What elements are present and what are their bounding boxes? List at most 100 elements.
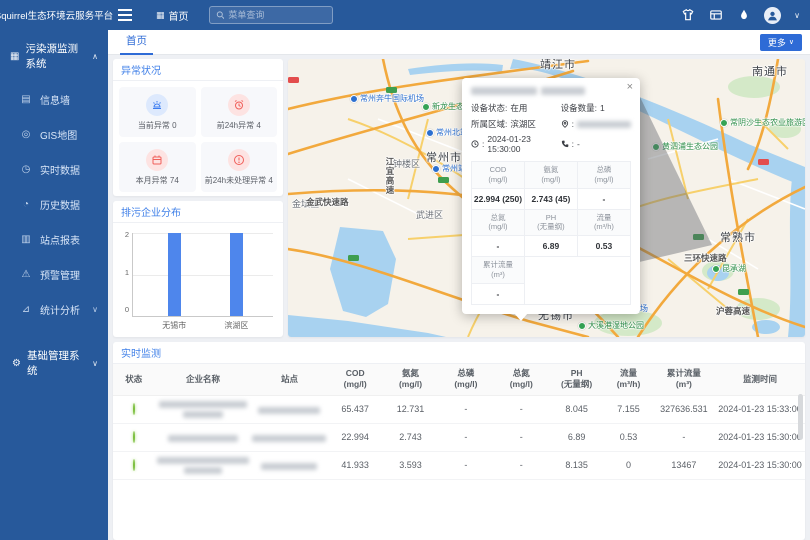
popup-time: 2024-01-23 15:30:00 bbox=[487, 134, 560, 154]
table-row[interactable]: 41.933 3.593 - - 8.135 0 13467 2024-01-2… bbox=[113, 451, 805, 479]
popup-title-blurred bbox=[471, 87, 631, 95]
table-row[interactable]: 65.437 12.731 - - 8.045 7.155 327636.531… bbox=[113, 395, 805, 423]
gear-icon: ⚙ bbox=[12, 358, 21, 369]
sidebar-item-history-data[interactable]: ◔ 历史数据 bbox=[0, 187, 108, 222]
y-axis: 2 1 0 bbox=[119, 233, 132, 317]
tp-value: - bbox=[438, 451, 493, 479]
tab-home[interactable]: 首页 bbox=[120, 29, 153, 55]
station-name-blurred bbox=[258, 407, 320, 414]
map-label-road: 沪蓉高速 bbox=[716, 305, 750, 317]
device-status-label: 设备状态: bbox=[471, 102, 507, 114]
map-poi-park: 黄泗浦生态公园 bbox=[652, 141, 718, 152]
y-tick: 0 bbox=[119, 305, 129, 314]
sidebar-item-label: GIS地图 bbox=[40, 127, 77, 142]
bar-binhu bbox=[230, 233, 243, 316]
stat-card-24h-abnormal[interactable]: 前24h异常 4 bbox=[201, 87, 278, 137]
phone-icon bbox=[561, 140, 569, 148]
map-label-city: 常熟市 bbox=[720, 229, 756, 245]
park-pin-icon bbox=[720, 119, 728, 127]
stats-icon: ⊿ bbox=[20, 304, 32, 315]
map-poi-lake: 昆承湖 bbox=[712, 263, 746, 274]
device-status-value: 在用 bbox=[510, 102, 527, 114]
sidebar-item-statistics[interactable]: ⊿ 统计分析 ∨ bbox=[0, 292, 108, 327]
x-tick: 无锡市 bbox=[162, 320, 186, 331]
station-pin-icon bbox=[426, 129, 434, 137]
company-name-blurred bbox=[155, 401, 252, 418]
stat-card-24h-unhandled[interactable]: 前24h未处理异常 4 bbox=[201, 142, 278, 192]
location-pin-icon bbox=[561, 120, 569, 128]
monitor-time: 2024-01-23 15:30:00 bbox=[715, 423, 805, 451]
monitor-time: 2024-01-23 15:33:00 bbox=[715, 395, 805, 423]
map-label-road: 江宜高速 bbox=[384, 157, 396, 195]
sidebar-item-gis-map[interactable]: ◎ GIS地图 bbox=[0, 117, 108, 152]
sidebar-item-realtime-data[interactable]: ◷ 实时数据 bbox=[0, 152, 108, 187]
chevron-down-icon[interactable]: ∨ bbox=[794, 11, 800, 20]
stat-card-month-abnormal[interactable]: 本月异常 74 bbox=[119, 142, 196, 192]
fullscreen-icon[interactable] bbox=[708, 8, 723, 23]
popup-flow-value: 0.53 bbox=[577, 236, 630, 257]
breadcrumb[interactable]: ▦ 首页 bbox=[156, 8, 189, 23]
monitor-table: 状态 企业名称 站点 COD(mg/l) 氨氮(mg/l) 总磷(mg/l) 总… bbox=[113, 364, 805, 480]
stat-card-current-abnormal[interactable]: 当前异常 0 bbox=[119, 87, 196, 137]
stat-label: 当前异常 bbox=[138, 121, 170, 130]
gridline bbox=[133, 233, 273, 234]
sidebar-group-pollution-monitor[interactable]: ▦ 污染源监测系统 ∧ bbox=[0, 30, 108, 82]
table-row[interactable]: 22.994 2.743 - - 6.89 0.53 - 2024-01-23 … bbox=[113, 423, 805, 451]
menu-search-box bbox=[209, 6, 333, 24]
close-icon[interactable]: × bbox=[627, 82, 633, 93]
stat-label: 前24h未处理异常 bbox=[205, 176, 266, 185]
realtime-monitor-panel: 实时监测 状态 企业名称 站点 COD(mg/l) 氨氮(mg/l) 总磷(mg… bbox=[113, 342, 805, 540]
enterprise-distribution-panel: 排污企业分布 2 1 0 无锡市 滨湖区 bbox=[113, 201, 283, 337]
device-count-label: 设备数量: bbox=[561, 102, 597, 114]
app-logo: Squirrel生态环境云服务平台 bbox=[0, 0, 108, 30]
sidebar-item-info-wall[interactable]: ▤ 信息墙 bbox=[0, 82, 108, 117]
status-online-dot bbox=[133, 431, 135, 443]
more-button-label: 更多 bbox=[768, 36, 786, 49]
hamburger-menu-icon[interactable] bbox=[118, 9, 132, 21]
bar-chart[interactable]: 2 1 0 bbox=[119, 233, 273, 317]
tn-value: - bbox=[494, 451, 549, 479]
table-scrollbar[interactable] bbox=[798, 394, 803, 440]
panel-title: 排污企业分布 bbox=[113, 201, 283, 223]
map[interactable]: 靖江市 南通市 常州市 无锡市 常熟市 钟楼区 金坛区 武进区 滨湖区 金武快速… bbox=[288, 59, 805, 337]
nh3n-value: 12.731 bbox=[383, 395, 438, 423]
park-pin-icon bbox=[652, 143, 660, 151]
tab-bar: 首页 更多 ∨ bbox=[108, 30, 810, 55]
avatar[interactable] bbox=[764, 7, 781, 24]
map-label-road: 金武快速路 bbox=[306, 196, 349, 208]
sidebar-item-label: 统计分析 bbox=[40, 302, 80, 317]
chevron-down-icon: ∨ bbox=[92, 305, 98, 314]
address-row: : bbox=[561, 119, 631, 129]
sidebar-item-alert-manage[interactable]: ⚠ 预警管理 bbox=[0, 257, 108, 292]
sidebar: Squirrel生态环境云服务平台 ▦ 污染源监测系统 ∧ ▤ 信息墙 ◎ GI… bbox=[0, 0, 108, 540]
popup-metrics-table: COD(mg/l) 氨氮(mg/l) 总磷(mg/l) 22.994 (250)… bbox=[471, 161, 631, 305]
gridline bbox=[133, 275, 273, 276]
map-label-city: 靖江市 bbox=[540, 59, 576, 72]
y-tick: 2 bbox=[119, 230, 129, 239]
sidebar-item-station-report[interactable]: ▥ 站点报表 bbox=[0, 222, 108, 257]
dashboard-icon: ▤ bbox=[20, 94, 32, 105]
map-label-city: 南通市 bbox=[752, 63, 788, 79]
flow-value: 0.53 bbox=[604, 423, 652, 451]
ph-value: 8.135 bbox=[549, 451, 604, 479]
map-label-district: 钟楼区 bbox=[393, 157, 420, 170]
time-row: :2024-01-23 15:30:00 bbox=[471, 134, 561, 154]
theme-icon[interactable] bbox=[680, 8, 695, 23]
search-input[interactable] bbox=[228, 10, 325, 20]
more-button[interactable]: 更多 ∨ bbox=[760, 34, 802, 51]
popup-tn-value: - bbox=[472, 236, 525, 257]
airport-pin-icon bbox=[350, 95, 358, 103]
monitor-time: 2024-01-23 15:30:00 bbox=[715, 451, 805, 479]
cod-value: 41.933 bbox=[328, 451, 383, 479]
tn-value: - bbox=[494, 395, 549, 423]
popup-nh3n-value: 2.743 (45) bbox=[524, 188, 577, 209]
status-online-dot bbox=[133, 403, 135, 415]
flame-icon[interactable] bbox=[736, 8, 751, 23]
topbar-actions: ∨ bbox=[680, 7, 800, 24]
sidebar-group-base-manage[interactable]: ⚙ 基础管理系统 ∨ bbox=[0, 337, 108, 389]
total-flow-value: 13467 bbox=[653, 451, 715, 479]
station-name-blurred bbox=[261, 463, 317, 470]
station-name-blurred bbox=[252, 435, 326, 442]
alarm-clock-icon bbox=[228, 94, 250, 116]
chevron-down-icon: ∨ bbox=[789, 38, 794, 46]
